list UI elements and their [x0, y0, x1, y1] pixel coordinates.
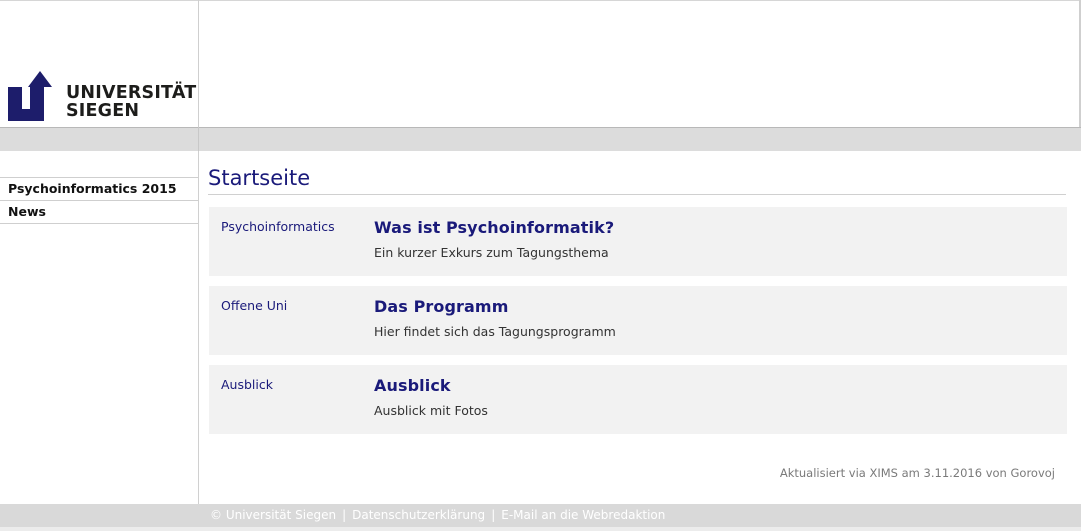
teaser-description: Hier findet sich das Tagungsprogramm [374, 324, 616, 339]
updated-prefix: Aktualisiert via [779, 466, 866, 480]
footer-links: © Universität Siegen | Datenschutzerklärun… [210, 508, 665, 522]
footer-copyright-link[interactable]: © Universität Siegen [210, 508, 336, 522]
teaser-category-link[interactable]: Psychoinformatics [221, 219, 335, 234]
footer-privacy-link[interactable]: Datenschutzerklärung [352, 508, 485, 522]
updated-author: Gorovoj [1010, 466, 1056, 480]
university-logo-icon [8, 71, 52, 121]
sidebar-nav: Psychoinformatics 2015 News [0, 177, 198, 224]
teaser-category-link[interactable]: Offene Uni [221, 298, 287, 313]
footer: © Universität Siegen | Datenschutzerklärun… [0, 504, 1081, 527]
header-logo-area: UNIVERSITÄT SIEGEN [0, 0, 198, 127]
sidebar-item-psychoinformatics-2015[interactable]: Psychoinformatics 2015 [0, 177, 198, 200]
university-logo-link[interactable]: UNIVERSITÄT SIEGEN [8, 69, 196, 121]
updated-date: am 3.11.2016 von [901, 466, 1007, 480]
footer-contact-link[interactable]: E-Mail an die Webredaktion [501, 508, 665, 522]
xims-link[interactable]: XIMS [869, 466, 898, 480]
top-nav-band [0, 127, 1081, 151]
teaser-headline-link[interactable]: Ausblick [374, 376, 451, 395]
teaser-card: Ausblick Ausblick Ausblick mit Fotos [209, 365, 1067, 434]
teaser-card: Offene Uni Das Programm Hier findet sich… [209, 286, 1067, 355]
last-updated-note: Aktualisiert via XIMS am 3.11.2016 von G… [780, 466, 1055, 480]
teaser-description: Ausblick mit Fotos [374, 403, 488, 418]
teaser-card: Psychoinformatics Was ist Psychoinformat… [209, 207, 1067, 276]
teaser-headline-link[interactable]: Das Programm [374, 297, 508, 316]
teaser-headline-link[interactable]: Was ist Psychoinformatik? [374, 218, 614, 237]
header-banner [199, 0, 1079, 127]
university-logo-text: UNIVERSITÄT SIEGEN [66, 83, 197, 121]
teaser-description: Ein kurzer Exkurs zum Tagungsthema [374, 245, 609, 260]
footer-separator: | [491, 508, 496, 522]
page-title: Startseite [208, 166, 311, 190]
column-divider [198, 151, 199, 504]
title-divider [208, 194, 1066, 195]
teaser-category-link[interactable]: Ausblick [221, 377, 273, 392]
band-divider [198, 127, 199, 151]
footer-bottom-strip [0, 527, 1081, 531]
sidebar-item-news[interactable]: News [0, 200, 198, 224]
footer-separator: | [342, 508, 347, 522]
